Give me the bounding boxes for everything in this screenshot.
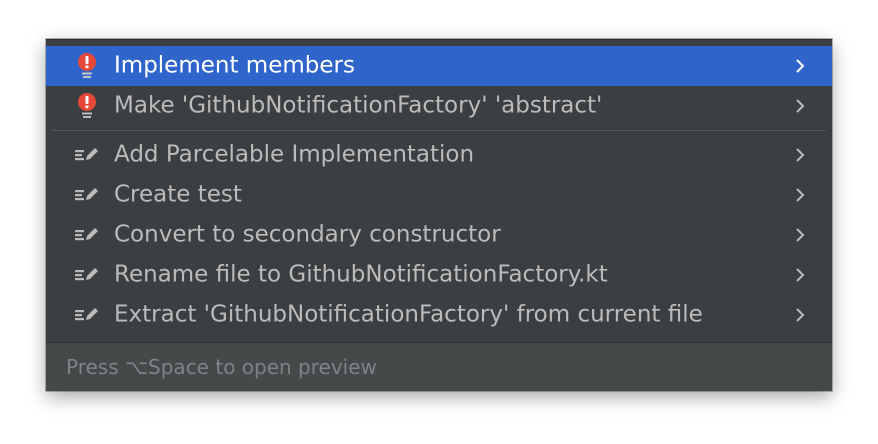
chevron-right-icon (796, 59, 805, 73)
menu-item-label: Create test (114, 181, 242, 208)
menu-item-add-parcelable[interactable]: Add Parcelable Implementation (46, 135, 832, 175)
menu-separator (46, 126, 832, 135)
intention-edit-icon (74, 181, 100, 209)
intention-edit-icon (74, 261, 100, 289)
menu-item-implement-members[interactable]: Implement members (46, 46, 832, 86)
chevron-right-icon (796, 308, 805, 322)
chevron-right-icon (796, 188, 805, 202)
error-bulb-icon (74, 92, 100, 120)
intention-edit-icon (74, 221, 100, 249)
intention-edit-icon (74, 301, 100, 329)
popup-footer: Press ⌥Space to open preview (46, 342, 832, 391)
intention-edit-icon (74, 141, 100, 169)
menu-item-label: Convert to secondary constructor (114, 221, 501, 248)
preview-hint: Press ⌥Space to open preview (66, 355, 377, 379)
menu-item-create-test[interactable]: Create test (46, 175, 832, 215)
chevron-right-icon (796, 228, 805, 242)
chevron-right-icon (796, 268, 805, 282)
menu-item-label: Implement members (114, 52, 355, 79)
menu-item-rename-file[interactable]: Rename file to GithubNotificationFactory… (46, 255, 832, 295)
menu-item-label: Extract 'GithubNotificationFactory' from… (114, 301, 703, 328)
menu-item-label: Rename file to GithubNotificationFactory… (114, 261, 608, 288)
chevron-right-icon (796, 148, 805, 162)
menu-item-extract-class[interactable]: Extract 'GithubNotificationFactory' from… (46, 295, 832, 335)
menu-item-label: Add Parcelable Implementation (114, 141, 475, 168)
menu-item-label: Make 'GithubNotificationFactory' 'abstra… (114, 92, 603, 119)
chevron-right-icon (796, 99, 805, 113)
error-bulb-icon (74, 52, 100, 80)
intention-actions-popup: Implement members Make 'GithubNotificati… (46, 39, 832, 391)
menu-item-make-abstract[interactable]: Make 'GithubNotificationFactory' 'abstra… (46, 86, 832, 126)
menu-item-convert-secondary-constructor[interactable]: Convert to secondary constructor (46, 215, 832, 255)
